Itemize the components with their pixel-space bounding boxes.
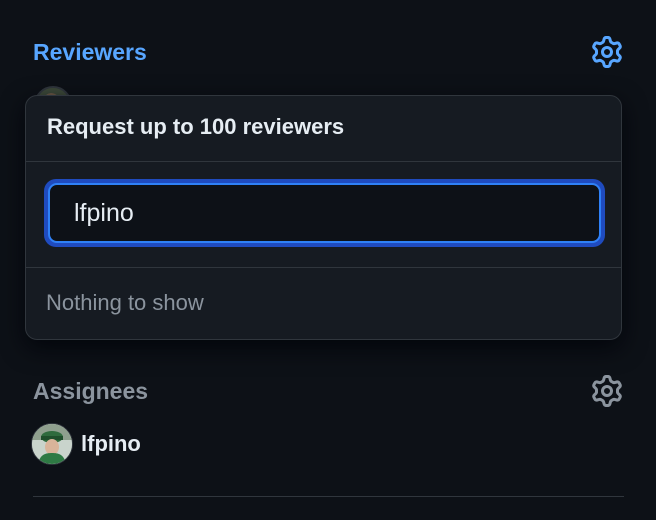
assignees-header: Assignees xyxy=(33,373,624,409)
assignee-login[interactable]: lfpino xyxy=(81,431,141,457)
divider xyxy=(33,496,624,497)
sidebar: Reviewers Request up to 100 reviewers No… xyxy=(0,0,656,520)
user-avatar-icon xyxy=(32,424,72,464)
assignee-item[interactable]: lfpino xyxy=(31,423,141,465)
avatar[interactable] xyxy=(31,423,73,465)
assignees-settings-gear-icon[interactable] xyxy=(590,374,624,408)
reviewers-settings-gear-icon[interactable] xyxy=(590,35,624,69)
divider xyxy=(26,267,621,268)
empty-state-message: Nothing to show xyxy=(46,290,204,315)
gear-icon xyxy=(592,375,622,407)
reviewers-header: Reviewers xyxy=(33,34,624,70)
reviewers-title[interactable]: Reviewers xyxy=(33,39,147,66)
assignees-title[interactable]: Assignees xyxy=(33,378,148,405)
reviewer-picker-popover: Request up to 100 reviewers Nothing to s… xyxy=(25,95,622,340)
gear-icon xyxy=(592,36,622,68)
reviewer-search-input[interactable] xyxy=(48,183,601,243)
popover-title: Request up to 100 reviewers xyxy=(47,114,345,139)
divider xyxy=(26,161,621,162)
search-focus-ring xyxy=(44,179,605,247)
